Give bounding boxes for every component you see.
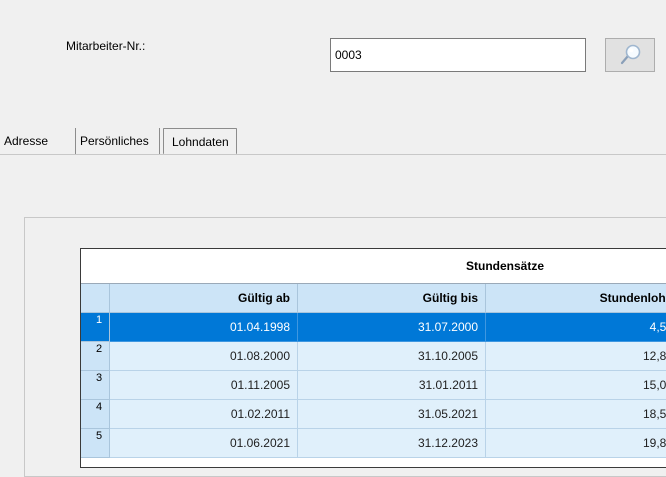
table-row[interactable]: 2 01.08.2000 31.10.2005 12,80 [81,342,666,371]
column-header-valid-to[interactable]: Gültig bis [298,284,486,313]
magnifier-icon [620,44,641,65]
tab-lohndaten[interactable]: Lohndaten [163,128,237,154]
row-header-corner [81,284,110,313]
employee-number-input[interactable] [330,38,586,72]
cell-valid-from[interactable]: 01.08.2000 [110,342,298,371]
row-number[interactable]: 2 [81,342,110,371]
cell-valid-from[interactable]: 01.02.2011 [110,400,298,429]
cell-hourly-wage[interactable]: 4,50 [486,313,666,342]
tab-content-border [0,154,666,155]
tab-adresse[interactable]: Adresse [0,128,76,154]
search-button[interactable] [605,38,655,72]
row-number[interactable]: 3 [81,371,110,400]
cell-hourly-wage[interactable]: 18,50 [486,400,666,429]
cell-hourly-wage[interactable]: 15,00 [486,371,666,400]
cell-valid-to[interactable]: 31.12.2023 [298,429,486,458]
cell-hourly-wage[interactable]: 19,80 [486,429,666,458]
table-row[interactable]: 3 01.11.2005 31.01.2011 15,00 [81,371,666,400]
cell-valid-to[interactable]: 31.01.2011 [298,371,486,400]
cell-valid-to[interactable]: 31.10.2005 [298,342,486,371]
column-header-valid-from[interactable]: Gültig ab [110,284,298,313]
cell-hourly-wage[interactable]: 12,80 [486,342,666,371]
table-row[interactable]: 4 01.02.2011 31.05.2021 18,50 [81,400,666,429]
table-row[interactable]: 5 01.06.2021 31.12.2023 19,80 [81,429,666,458]
cell-valid-to[interactable]: 31.05.2021 [298,400,486,429]
employee-number-label: Mitarbeiter-Nr.: [66,39,146,53]
tab-persoenliches[interactable]: Persönliches [76,128,160,154]
table-row[interactable]: 1 01.04.1998 31.07.2000 4,50 [81,313,666,342]
row-number[interactable]: 1 [81,313,110,342]
row-number[interactable]: 5 [81,429,110,458]
cell-valid-from[interactable]: 01.06.2021 [110,429,298,458]
grid-band-title: Stundensätze [81,249,666,284]
cell-valid-from[interactable]: 01.11.2005 [110,371,298,400]
column-header-hourly-wage[interactable]: Stundenlohn [486,284,666,313]
cell-valid-to[interactable]: 31.07.2000 [298,313,486,342]
wage-rates-grid[interactable]: Stundensätze Gültig ab Gültig bis Stunde… [80,248,666,468]
cell-valid-from[interactable]: 01.04.1998 [110,313,298,342]
band-title-text: Stundensätze [466,259,545,273]
row-number[interactable]: 4 [81,400,110,429]
grid-header-row: Gültig ab Gültig bis Stundenlohn [81,284,666,313]
